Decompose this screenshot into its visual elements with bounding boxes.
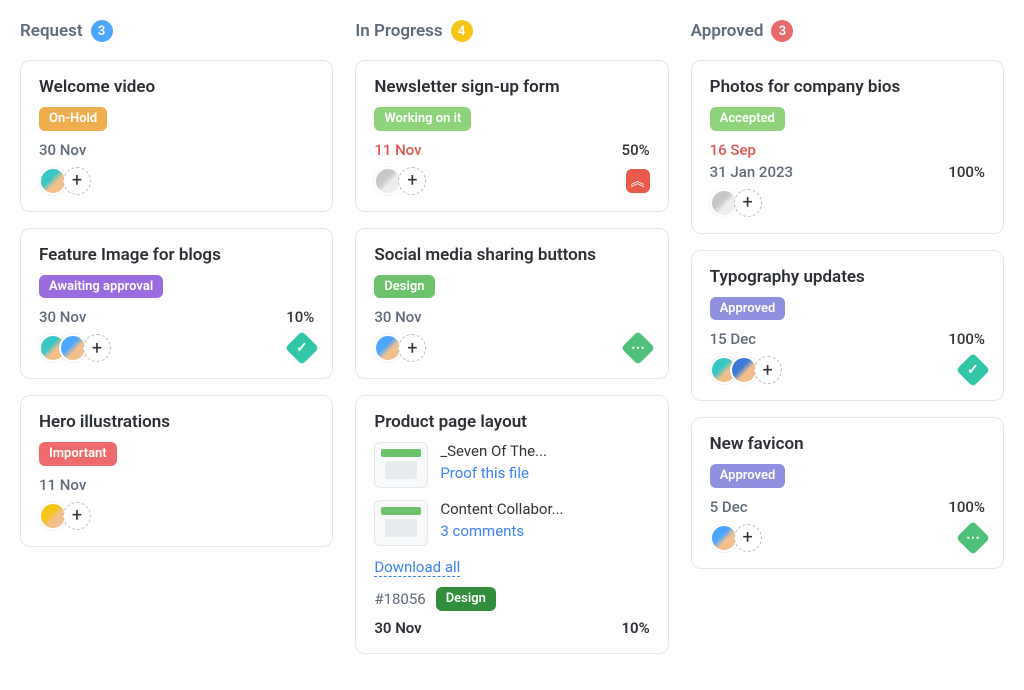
- column-in-progress: In Progress 4 Newsletter sign-up form Worki…: [355, 20, 668, 670]
- card-date: 16 Sep: [710, 141, 756, 159]
- column-approved: Approved 3 Photos for company bios Accepted…: [691, 20, 1004, 585]
- column-header: Request 3: [20, 20, 333, 42]
- card-title: Product page layout: [374, 412, 649, 432]
- card-title: Hero illustrations: [39, 412, 314, 432]
- priority-high-icon: [626, 169, 650, 193]
- column-count: 3: [771, 20, 793, 42]
- column-request: Request3Welcome videoOn-Hold30 Nov+Featu…: [20, 20, 333, 563]
- add-assignee-button[interactable]: +: [734, 524, 762, 552]
- status-tag: Approved: [710, 464, 786, 488]
- card[interactable]: New favicon Approved 5 Dec 100% +: [691, 417, 1004, 569]
- card[interactable]: Welcome video On-Hold 30 Nov +: [20, 60, 333, 212]
- card-date: 11 Nov: [39, 476, 86, 494]
- column-header: In Progress 4: [355, 20, 668, 42]
- card-ref-id: #18056: [374, 590, 425, 608]
- card-date: 30 Nov: [374, 619, 421, 637]
- card[interactable]: Social media sharing buttons Design 30 Nov…: [355, 228, 668, 380]
- card[interactable]: Feature Image for blogs Awaiting approval…: [20, 228, 333, 380]
- file-action-link[interactable]: 3 comments: [440, 522, 563, 540]
- status-tag: Important: [39, 442, 117, 466]
- status-tag: On-Hold: [39, 107, 107, 131]
- priority-done-icon: [285, 331, 319, 365]
- card-title: Social media sharing buttons: [374, 245, 649, 265]
- file-thumbnail[interactable]: [374, 500, 428, 546]
- add-assignee-button[interactable]: +: [734, 189, 762, 217]
- card-date: 30 Nov: [39, 141, 86, 159]
- file-name: _Seven Of The...: [440, 442, 547, 460]
- card[interactable]: Newsletter sign-up form Working on it 11 N…: [355, 60, 668, 212]
- card-progress: 100%: [948, 498, 985, 516]
- file-thumbnail[interactable]: [374, 442, 428, 488]
- status-tag: Working on it: [374, 107, 471, 131]
- card-date: 15 Dec: [710, 330, 756, 348]
- add-assignee-button[interactable]: +: [83, 334, 111, 362]
- column-count: 4: [451, 20, 473, 42]
- column-count: 3: [91, 20, 113, 42]
- card-title: Newsletter sign-up form: [374, 77, 649, 97]
- card-date: 11 Nov: [374, 141, 421, 159]
- column-title: In Progress: [355, 21, 442, 41]
- card-title: New favicon: [710, 434, 985, 454]
- file-action-link[interactable]: Proof this file: [440, 464, 547, 482]
- card[interactable]: Photos for company bios Accepted 16 Sep 31 …: [691, 60, 1004, 234]
- card-title: Feature Image for blogs: [39, 245, 314, 265]
- add-assignee-button[interactable]: +: [63, 167, 91, 195]
- add-assignee-button[interactable]: +: [754, 356, 782, 384]
- card[interactable]: Hero illustrations Important 11 Nov +: [20, 395, 333, 547]
- add-assignee-button[interactable]: +: [398, 334, 426, 362]
- priority-menu-icon: [956, 521, 990, 555]
- card-date: 30 Nov: [374, 308, 421, 326]
- priority-menu-icon: [621, 331, 655, 365]
- card-progress: 10%: [286, 308, 314, 326]
- column-header: Approved 3: [691, 20, 1004, 42]
- card-title: Photos for company bios: [710, 77, 985, 97]
- file-row: _Seven Of The... Proof this file: [374, 442, 649, 488]
- card-title: Welcome video: [39, 77, 314, 97]
- card-date: 30 Nov: [39, 308, 86, 326]
- status-tag: Accepted: [710, 107, 785, 131]
- status-tag: Design: [436, 587, 496, 611]
- add-assignee-button[interactable]: +: [398, 167, 426, 195]
- file-name: Content Collabor...: [440, 500, 563, 518]
- download-all-link[interactable]: Download all: [374, 558, 460, 577]
- card-progress: 100%: [948, 330, 985, 348]
- card-date-secondary: 31 Jan 2023: [710, 163, 793, 181]
- status-tag: Design: [374, 275, 434, 299]
- card-date: 5 Dec: [710, 498, 748, 516]
- column-title: Approved: [691, 21, 764, 41]
- card-product-layout[interactable]: Product page layout _Seven Of The... Proof…: [355, 395, 668, 654]
- file-row: Content Collabor... 3 comments: [374, 500, 649, 546]
- card-progress: 100%: [948, 163, 985, 181]
- card[interactable]: Typography updates Approved 15 Dec 100% +: [691, 250, 1004, 402]
- column-title: Request: [20, 21, 83, 41]
- add-assignee-button[interactable]: +: [63, 502, 91, 530]
- card-title: Typography updates: [710, 267, 985, 287]
- status-tag: Awaiting approval: [39, 275, 163, 299]
- status-tag: Approved: [710, 297, 786, 321]
- card-progress: 10%: [621, 619, 649, 637]
- card-progress: 50%: [622, 141, 650, 159]
- priority-done-icon: [956, 353, 990, 387]
